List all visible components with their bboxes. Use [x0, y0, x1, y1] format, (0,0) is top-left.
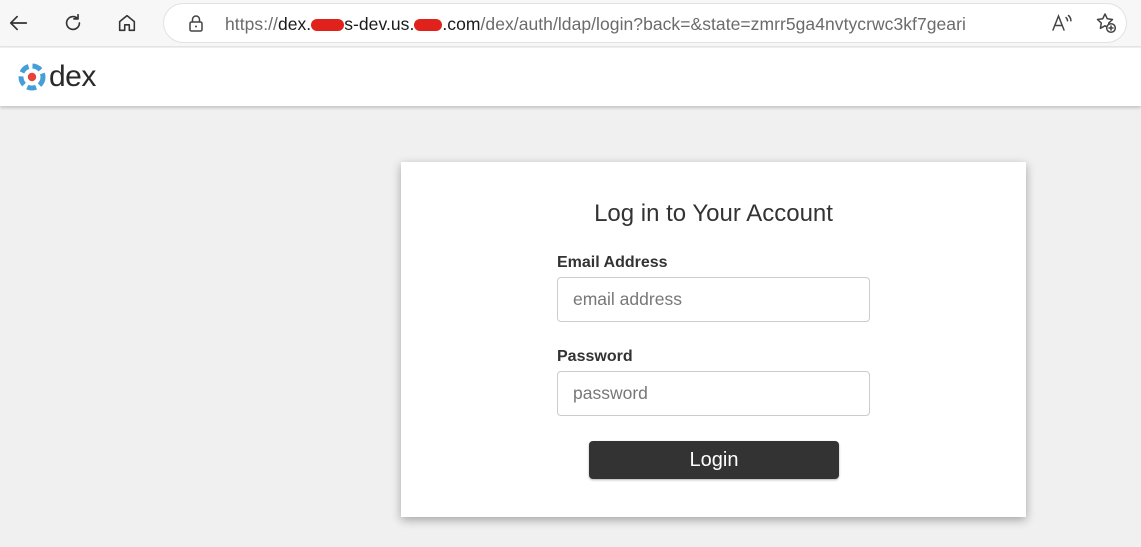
- dex-header: [0, 48, 1141, 106]
- redaction-mark: [414, 19, 443, 31]
- dex-logo-icon: [18, 63, 46, 91]
- address-bar[interactable]: https://dex. s-dev.us. .com/dex/auth/ldap/…: [164, 4, 1126, 42]
- home-button[interactable]: [110, 6, 144, 40]
- refresh-button[interactable]: [56, 6, 90, 40]
- url-scheme: https://: [225, 14, 278, 34]
- home-icon: [118, 14, 136, 32]
- login-title: Log in to Your Account: [594, 200, 833, 227]
- url-host-prefix: dex.: [277, 14, 312, 34]
- dex-logo[interactable]: dex: [17, 62, 96, 92]
- password-label: Password: [557, 348, 633, 365]
- add-favorite-icon[interactable]: [1094, 11, 1118, 35]
- email-label: Email Address: [557, 254, 668, 271]
- refresh-icon: [65, 13, 81, 31]
- url-text[interactable]: https://dex. s-dev.us. .com/dex/auth/ldap/…: [225, 14, 966, 35]
- browser-toolbar: https://dex. s-dev.us. .com/dex/auth/ldap/…: [0, 0, 1141, 47]
- lock-icon[interactable]: [186, 13, 206, 33]
- back-button[interactable]: [2, 6, 36, 40]
- back-arrow-icon: [9, 15, 28, 31]
- login-button[interactable]: Login: [589, 441, 839, 479]
- dex-logo-text: dex: [49, 60, 96, 93]
- redaction-mark: [311, 19, 345, 31]
- password-field[interactable]: [557, 371, 870, 416]
- read-aloud-icon[interactable]: [1050, 11, 1074, 35]
- email-field[interactable]: [557, 277, 870, 322]
- url-host-mid: s-dev.us.: [344, 14, 415, 34]
- url-host-suffix: .com: [442, 14, 481, 34]
- url-path: /dex/auth/ldap/login?back=&state=zmrr5ga…: [480, 14, 966, 34]
- login-card: Log in to Your Account Email Address Pas…: [401, 162, 1026, 517]
